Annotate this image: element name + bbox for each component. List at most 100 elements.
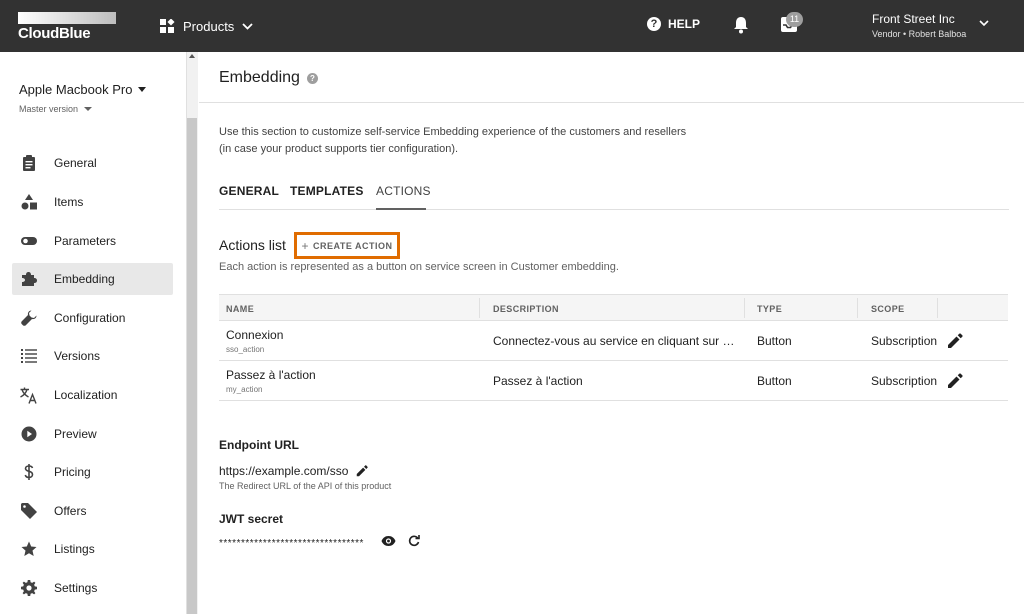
description-line-2: (in case your product supports tier conf…: [219, 143, 459, 155]
account-menu[interactable]: Front Street Inc Vendor • Robert Balboa: [872, 12, 966, 39]
action-description: Passez à l'action: [493, 374, 583, 388]
star-icon: [20, 540, 38, 558]
endpoint-url-text: https://example.com/sso: [219, 464, 349, 478]
sidebar-item-parameters[interactable]: Parameters: [12, 225, 173, 257]
version-selector[interactable]: Master version: [19, 104, 93, 114]
list-icon: [20, 347, 38, 365]
action-scope: Subscription: [871, 374, 938, 388]
refresh-icon[interactable]: [408, 535, 420, 547]
apps-grid-icon: [160, 18, 175, 33]
sidebar-item-pricing[interactable]: Pricing: [12, 456, 173, 488]
table-row[interactable]: Connexion sso_action Connectez-vous au s…: [219, 321, 1008, 361]
help-button[interactable]: ? HELP: [647, 17, 700, 31]
edit-pencil-icon[interactable]: [947, 333, 963, 349]
column-divider: [744, 298, 745, 318]
main-content: Embedding ? Use this section to customiz…: [199, 52, 1024, 614]
sidebar-item-label: Configuration: [54, 311, 126, 325]
sidebar-item-label: Items: [54, 195, 84, 209]
sidebar-item-versions[interactable]: Versions: [12, 340, 173, 372]
gear-icon: [20, 579, 38, 597]
sidebar-item-label: Parameters: [54, 234, 117, 248]
sidebar-item-preview[interactable]: Preview: [12, 418, 173, 450]
action-id: my_action: [226, 385, 263, 394]
sidebar-item-items[interactable]: Items: [12, 186, 173, 218]
tab-actions[interactable]: ACTIONS: [376, 184, 431, 198]
page-header: Embedding ?: [199, 52, 1024, 103]
table-row[interactable]: Passez à l'action my_action Passez à l'a…: [219, 361, 1008, 401]
table-header: NAME DESCRIPTION TYPE SCOPE: [219, 294, 1008, 321]
edit-pencil-icon[interactable]: [947, 373, 963, 389]
sidebar-item-label: Offers: [54, 504, 87, 518]
cloudblue-logo[interactable]: CloudBlue: [18, 12, 116, 42]
shapes-icon: [20, 193, 38, 211]
sidebar-item-listings[interactable]: Listings: [12, 533, 173, 565]
products-menu[interactable]: Products: [160, 16, 261, 36]
action-name: Passez à l'action: [226, 368, 316, 382]
sidebar-item-general[interactable]: General: [12, 147, 173, 179]
puzzle-icon: [20, 270, 38, 288]
page-title-text: Embedding: [219, 69, 300, 86]
play-icon: [20, 425, 38, 443]
caret-down-icon: [138, 87, 147, 92]
account-chevron-icon[interactable]: [979, 20, 989, 27]
column-header-description[interactable]: DESCRIPTION: [493, 304, 559, 314]
scroll-up-arrow-icon[interactable]: [189, 54, 195, 58]
endpoint-url-value: https://example.com/sso: [219, 464, 369, 478]
inbox-count-badge: 11: [786, 12, 803, 27]
sidebar-item-configuration[interactable]: Configuration: [12, 302, 173, 334]
page-title: Embedding ?: [219, 69, 318, 87]
action-description: Connectez-vous au service en cliquant su…: [493, 334, 738, 348]
toggle-icon: [20, 232, 38, 250]
action-name: Connexion: [226, 328, 284, 342]
dollar-icon: [20, 463, 38, 481]
caret-down-icon: [84, 107, 93, 111]
section-description: Use this section to customize self-servi…: [219, 124, 779, 158]
action-id: sso_action: [226, 345, 265, 354]
description-line-1: Use this section to customize self-servi…: [219, 126, 687, 138]
column-header-name[interactable]: NAME: [226, 304, 254, 314]
sidebar-item-label: Pricing: [54, 465, 91, 479]
jwt-secret-label: JWT secret: [219, 512, 284, 526]
sidebar-item-settings[interactable]: Settings: [12, 572, 173, 604]
logo-bar: [18, 12, 116, 24]
account-name: Front Street Inc: [872, 12, 955, 26]
eye-icon[interactable]: [381, 535, 396, 547]
sidebar-item-localization[interactable]: Localization: [12, 379, 173, 411]
products-label: Products: [183, 18, 235, 34]
create-action-label: CREATE ACTION: [313, 240, 393, 251]
column-header-type[interactable]: TYPE: [757, 304, 782, 314]
actions-list-subtitle: Each action is represented as a button o…: [219, 261, 619, 273]
action-scope: Subscription: [871, 334, 938, 348]
help-question-icon[interactable]: ?: [306, 72, 318, 84]
sidebar-item-label: Settings: [54, 581, 98, 595]
create-action-button[interactable]: + CREATE ACTION: [294, 232, 400, 259]
sidebar-item-label: Localization: [54, 388, 118, 402]
chevron-down-icon: [242, 22, 253, 30]
sidebar: Apple Macbook Pro Master version General…: [0, 52, 186, 614]
sidebar-item-offers[interactable]: Offers: [12, 495, 173, 527]
sidebar-scrollbar-thumb[interactable]: [187, 118, 197, 614]
product-selector[interactable]: Apple Macbook Pro: [19, 82, 147, 97]
sidebar-item-embedding[interactable]: Embedding: [12, 263, 173, 295]
edit-pencil-icon[interactable]: [356, 465, 369, 477]
tab-general[interactable]: GENERAL: [219, 184, 279, 198]
logo-text: CloudBlue: [18, 25, 91, 42]
plus-icon: +: [301, 238, 309, 253]
translate-icon: [20, 386, 38, 404]
help-label: HELP: [668, 17, 701, 31]
column-divider: [857, 298, 858, 318]
tag-icon: [20, 502, 38, 520]
tab-templates[interactable]: TEMPLATES: [290, 184, 364, 198]
column-divider: [479, 298, 480, 318]
action-type: Button: [757, 334, 792, 348]
clipboard-icon: [20, 154, 38, 172]
bell-icon[interactable]: [733, 16, 749, 34]
actions-list-title: Actions list: [219, 237, 286, 253]
active-tab-indicator: [376, 208, 426, 210]
product-name: Apple Macbook Pro: [19, 82, 133, 97]
column-header-scope[interactable]: SCOPE: [871, 304, 905, 314]
sidebar-item-label: General: [54, 156, 97, 170]
jwt-secret-value: *********************************: [219, 538, 364, 549]
top-bar: CloudBlue Products ? HELP 11 Front Stree…: [0, 0, 1024, 52]
sidebar-item-label: Embedding: [54, 272, 115, 286]
